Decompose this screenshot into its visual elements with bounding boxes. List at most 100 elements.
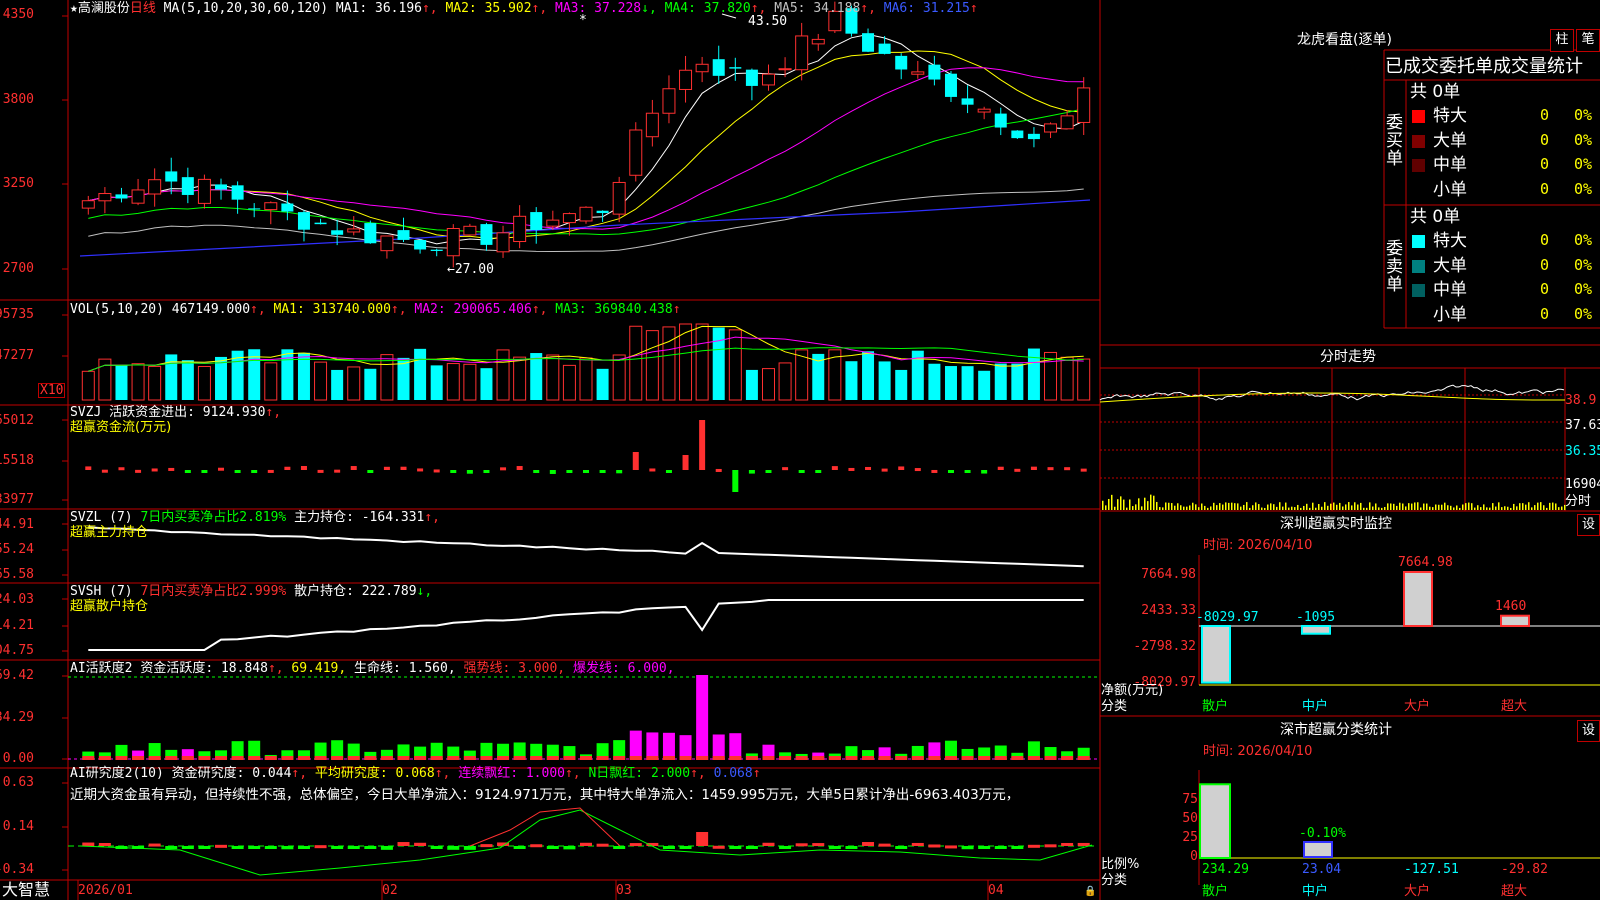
ai3-bar-45: [828, 846, 841, 849]
intraday-vol-1393: [1393, 503, 1395, 510]
candle-body-50: [911, 71, 925, 75]
intraday-vol-1537: [1537, 502, 1539, 510]
buy-row-pct-0: 0%: [1574, 106, 1593, 124]
candle-body-23: [463, 225, 477, 236]
main-ytick-3: 2700: [2, 261, 34, 276]
intraday-vol-1555: [1555, 503, 1557, 510]
vol-bar-4: [148, 365, 162, 401]
ai3-bar-22: [447, 846, 460, 850]
vol-bar-48: [878, 361, 891, 400]
ai3-bar-8: [215, 844, 228, 848]
stock-chart-canvas[interactable]: [0, 0, 1600, 900]
ai2-base-36: [679, 756, 692, 760]
intraday-vol-1228: [1228, 502, 1230, 510]
ai2-base-53: [961, 756, 974, 760]
ma1-arrow: ↑,: [421, 1, 438, 16]
ai2-base-0: [82, 756, 95, 760]
high-price-label: 43.50: [748, 14, 788, 29]
svzj-bar-13: [300, 466, 307, 470]
candle-body-34: [645, 112, 659, 138]
svzj-bar-58: [1047, 467, 1054, 471]
ai3-bar-51: [928, 844, 941, 848]
intraday-vol-1465: [1465, 503, 1467, 510]
intraday-vol-1369: [1369, 502, 1371, 510]
svzj-bar-31: [599, 470, 606, 473]
vol-ytick-1: 47277: [0, 348, 34, 363]
intraday-vol-1252: [1252, 505, 1254, 510]
ai3-bar-28: [546, 846, 559, 849]
intraday-vol-1231: [1231, 502, 1233, 510]
vol-bar-6: [181, 360, 194, 400]
vol-value: 467149.000: [171, 302, 251, 317]
sz-monitor-ytick-1: 2433.33: [1141, 603, 1196, 618]
vol-bar-54: [978, 370, 991, 400]
intraday-vol-1342: [1342, 506, 1344, 510]
sz-monitor-settings-button[interactable]: 设: [1577, 514, 1600, 536]
period-label[interactable]: 日线: [130, 1, 156, 16]
svzj-bar-37: [699, 420, 706, 470]
sell-row-value-0: 0: [1540, 231, 1550, 249]
szc-value-1: 23.04: [1302, 862, 1342, 877]
ai3-bar-10: [248, 846, 261, 849]
intraday-vol-1516: [1516, 506, 1518, 510]
tick-mode-button[interactable]: 笔: [1576, 29, 1600, 52]
candle-body-30: [579, 206, 593, 222]
ai3-comment: 近期大资金虽有异动，但持续性不强，总体偏空，今日大单净流入：9124.971万元…: [70, 787, 1020, 803]
ai3-bar-11: [264, 846, 277, 849]
candle-body-27: [530, 212, 543, 230]
svzj-bar-53: [964, 470, 971, 473]
szc-cat-2: 大户: [1404, 884, 1431, 899]
intraday-vol-1105: [1105, 505, 1107, 510]
ai3-ytick-0: 0.63: [2, 775, 34, 790]
intraday-vol-1123: [1123, 499, 1125, 510]
svzj-bar-36: [682, 455, 689, 470]
ai3-bar-33: [629, 843, 642, 847]
buy-row-value-2: 0: [1540, 155, 1550, 173]
intraday-vol-1135: [1135, 504, 1137, 510]
ai2-base-31: [596, 756, 609, 760]
buy-row-swatch-1: [1412, 134, 1425, 148]
sz-class-ytick-3: 0: [1190, 849, 1198, 864]
szm-value-label-0: -8029.97: [1196, 610, 1259, 625]
intraday-vol-1249: [1249, 507, 1251, 510]
intraday-vol-1450: [1450, 505, 1452, 510]
intraday-vol-1504: [1504, 506, 1506, 510]
ma2-arrow: ↑,: [531, 1, 548, 16]
intraday-vol-1174: [1174, 505, 1176, 510]
ai2-base-24: [480, 756, 493, 760]
ai2-base-21: [430, 756, 443, 760]
lock-icon[interactable]: 🔒: [1084, 884, 1096, 899]
intraday-vol-1360: [1360, 502, 1362, 510]
sell-row-value-2: 0: [1540, 280, 1550, 298]
sell-row-name-1: 大单: [1433, 255, 1467, 276]
svzl-line: [88, 526, 1084, 568]
intraday-vol-1549: [1549, 502, 1551, 510]
ai3-bar-14: [314, 845, 327, 849]
intraday-vol-1306: [1306, 503, 1308, 510]
svzj-bar-57: [1030, 466, 1037, 470]
ai3-bar-15: [331, 846, 344, 849]
stock-name[interactable]: ★高澜股份: [70, 1, 130, 16]
ai2-burst-line: 爆发线: 6.000,: [572, 661, 675, 676]
vol-bar-56: [1011, 363, 1024, 400]
szc-mid-label: -0.10%: [1299, 826, 1346, 841]
intraday-vol-1405: [1405, 506, 1407, 510]
ai3-bar-6: [181, 846, 194, 849]
szc-value-0: 234.29: [1202, 862, 1249, 877]
intraday-vol-1495: [1495, 506, 1497, 510]
intraday-vol-1303: [1303, 505, 1305, 510]
szm-value-label-2: 7664.98: [1398, 555, 1453, 570]
intraday-vol-1345: [1345, 504, 1347, 510]
ai3-bar-58: [1044, 844, 1057, 848]
candle-body-37: [695, 63, 709, 73]
intraday-vol-1318: [1318, 503, 1320, 510]
intraday-vol-1204: [1204, 505, 1206, 510]
intraday-vol-1372: [1372, 506, 1374, 510]
szm-value-label-1: -1095: [1296, 610, 1336, 625]
intraday-vol-1195: [1195, 504, 1197, 510]
intraday-vol-1117: [1117, 499, 1119, 510]
ma1-value: MA1: 36.196: [335, 1, 422, 16]
sz-class-settings-button[interactable]: 设: [1577, 720, 1600, 742]
bar-mode-button[interactable]: 柱: [1550, 29, 1574, 52]
intraday-vol-1291: [1291, 506, 1293, 510]
